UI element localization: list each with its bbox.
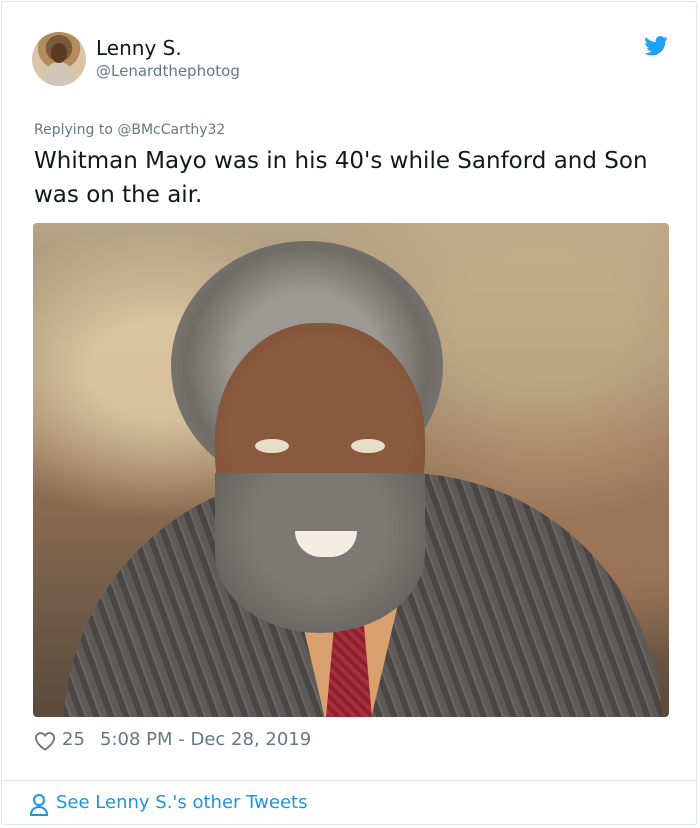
author-name[interactable]: Lenny S. (96, 36, 182, 60)
see-other-tweets-label: See Lenny S.'s other Tweets (56, 792, 308, 813)
twitter-bird-icon[interactable] (644, 36, 668, 56)
avatar-head (51, 43, 67, 63)
tweet-text: Whitman Mayo was in his 40's while Sanfo… (34, 148, 648, 208)
footer-divider (2, 780, 696, 781)
tweet-card[interactable]: Lenny S. @Lenardthephotog Replying to @B… (1, 1, 697, 825)
like-count[interactable]: 25 (62, 729, 85, 750)
photo-left-eye (255, 439, 289, 453)
author-avatar[interactable] (32, 32, 86, 86)
user-icon (29, 794, 49, 816)
tweet-header: Lenny S. @Lenardthephotog (32, 32, 672, 88)
avatar-body (46, 62, 72, 86)
photo-right-eye (351, 439, 385, 453)
tweet-photo[interactable] (33, 223, 669, 717)
tweet-timestamp[interactable]: 5:08 PM - Dec 28, 2019 (100, 729, 311, 750)
author-handle[interactable]: @Lenardthephotog (96, 62, 240, 80)
heart-icon[interactable] (34, 731, 56, 751)
replying-to[interactable]: Replying to @BMcCarthy32 (34, 122, 225, 138)
